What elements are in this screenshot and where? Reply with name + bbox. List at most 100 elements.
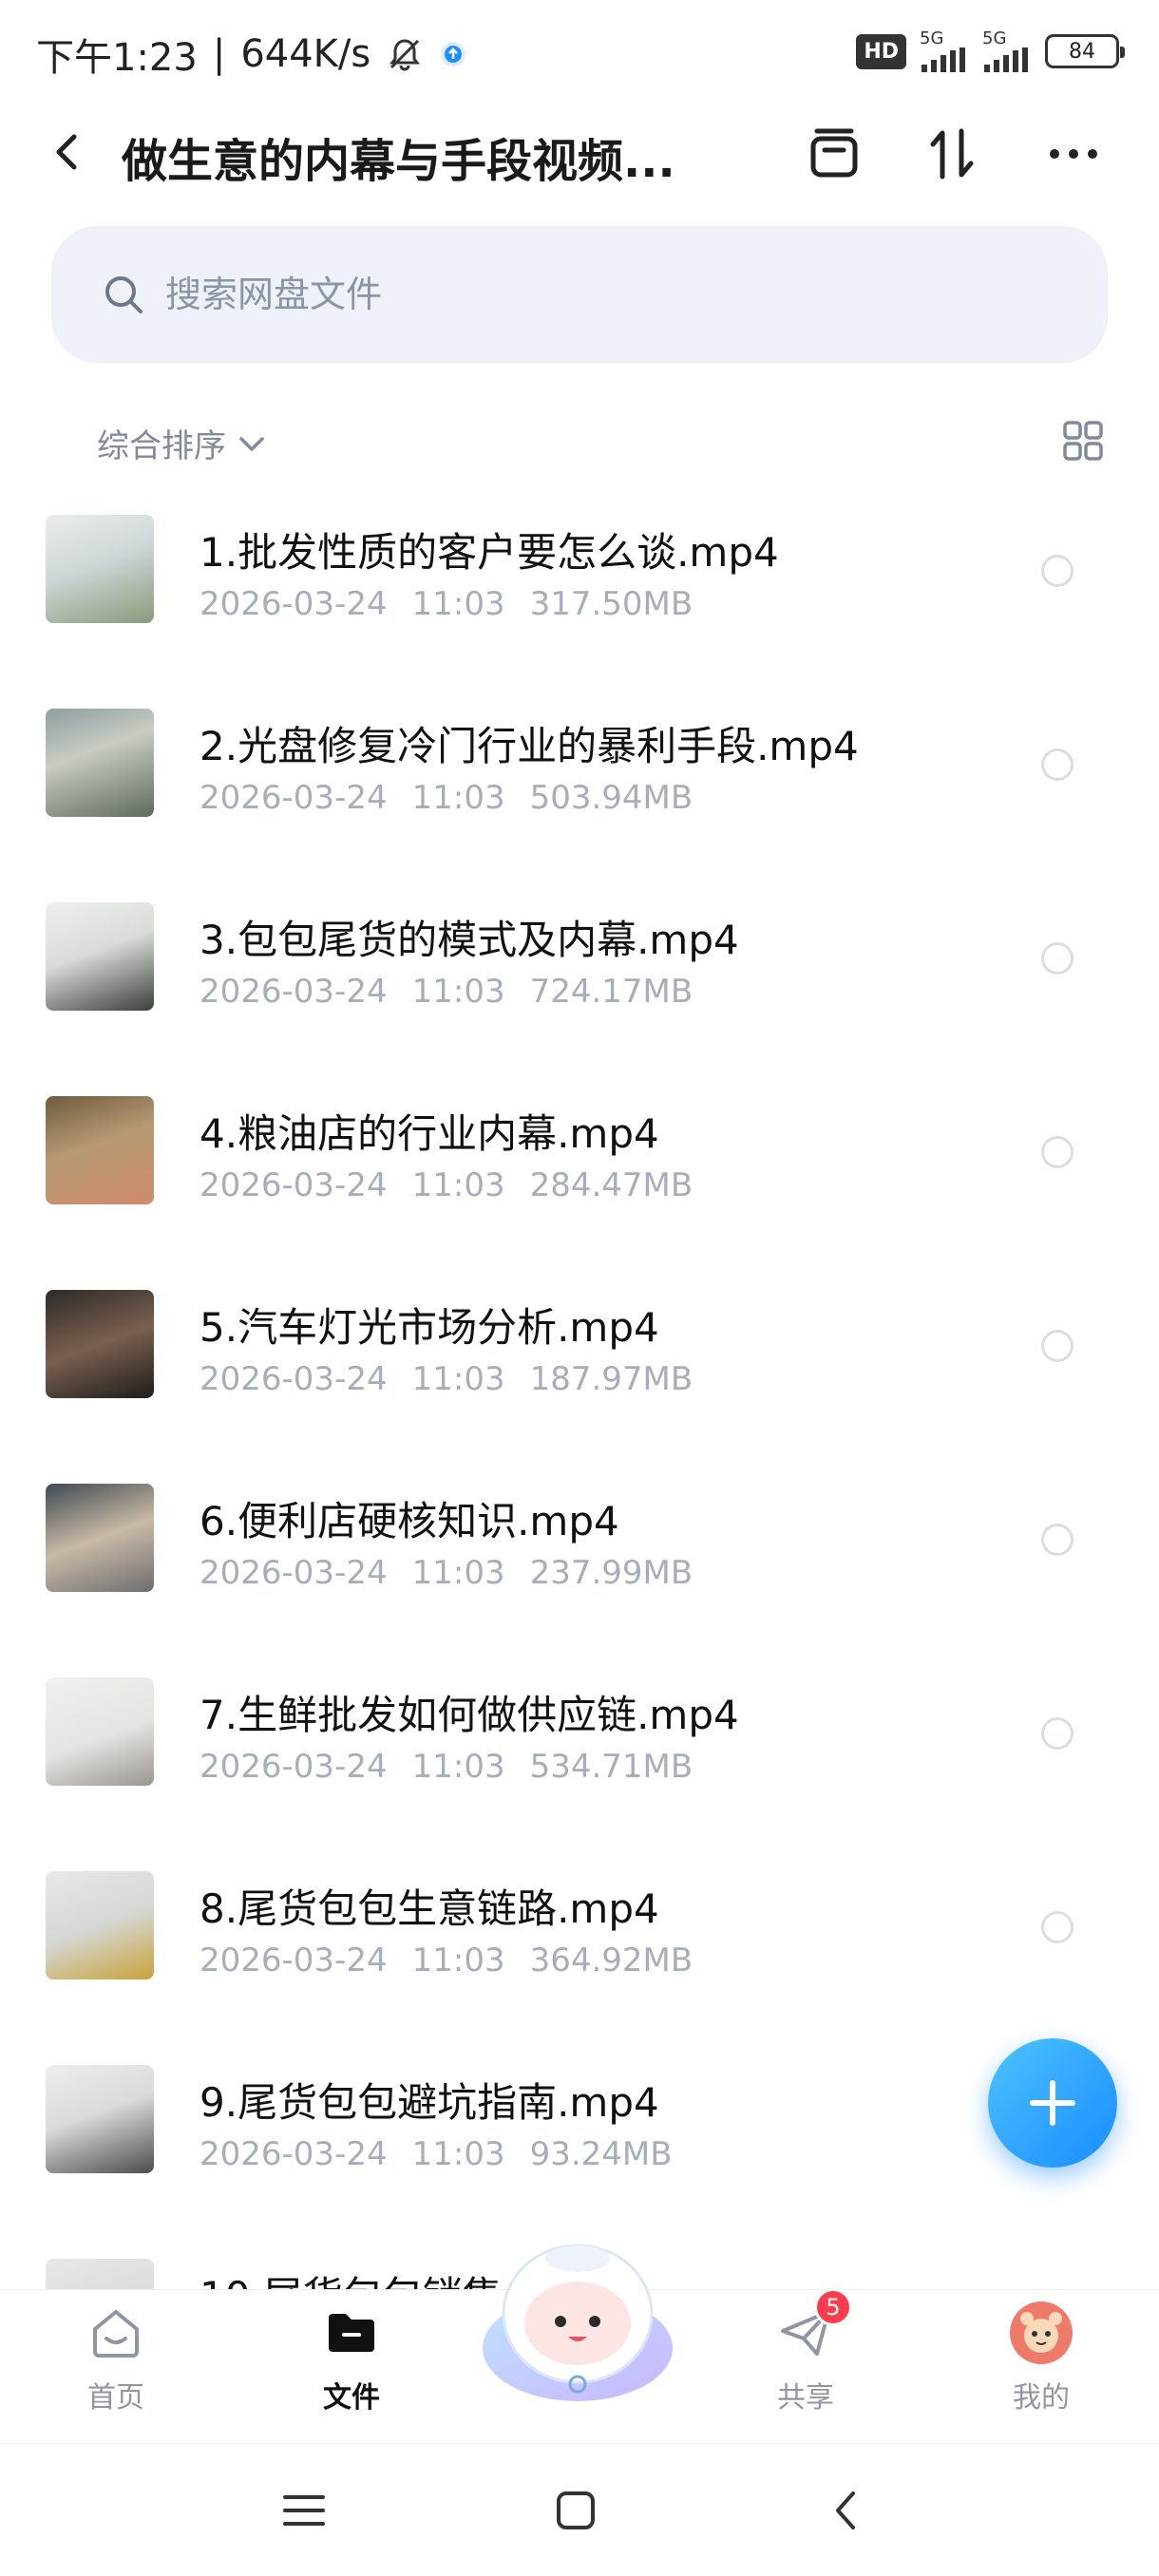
file-size: 364.92MB bbox=[529, 1941, 694, 1979]
video-thumbnail bbox=[46, 1096, 154, 1204]
folder-icon bbox=[318, 2300, 385, 2366]
select-checkbox[interactable] bbox=[1041, 555, 1074, 587]
file-time: 11:03 bbox=[411, 1166, 505, 1204]
back-nav-button[interactable] bbox=[819, 2482, 876, 2539]
file-name: 4.粮油店的行业内幕.mp4 bbox=[200, 1110, 659, 1157]
hd-badge: HD bbox=[856, 33, 906, 69]
file-row[interactable]: 8.尾货包包生意链路.mp4 2026-03-24 11:03 364.92MB bbox=[0, 1858, 1159, 2052]
assistant-mascot-button[interactable] bbox=[473, 2232, 682, 2413]
battery-level: 84 bbox=[1069, 39, 1095, 64]
sort-dropdown[interactable]: 综合排序 bbox=[97, 420, 268, 466]
tab-mine-label: 我的 bbox=[1013, 2381, 1070, 2415]
file-time: 11:03 bbox=[411, 1748, 505, 1786]
file-name: 5.汽车灯光市场分析.mp4 bbox=[200, 1304, 659, 1351]
status-divider: | bbox=[212, 32, 226, 76]
avatar bbox=[1008, 2300, 1074, 2366]
paper-plane-icon: 5 bbox=[772, 2288, 852, 2366]
search-bar[interactable] bbox=[51, 226, 1108, 363]
select-checkbox[interactable] bbox=[1041, 1717, 1074, 1750]
file-size: 534.71MB bbox=[529, 1748, 694, 1786]
file-row[interactable]: 4.粮油店的行业内幕.mp4 2026-03-24 11:03 284.47MB bbox=[0, 1083, 1159, 1277]
tab-mine[interactable]: 我的 bbox=[965, 2300, 1117, 2415]
file-meta: 2026-03-24 11:03 364.92MB bbox=[200, 1941, 717, 1979]
file-date: 2026-03-24 bbox=[200, 1941, 388, 1979]
file-date: 2026-03-24 bbox=[200, 1166, 388, 1204]
tab-home-label: 首页 bbox=[87, 2381, 144, 2415]
file-row[interactable]: 1.批发性质的客户要怎么谈.mp4 2026-03-24 11:03 317.50M… bbox=[0, 502, 1159, 695]
more-icon bbox=[1050, 149, 1097, 159]
select-checkbox[interactable] bbox=[1041, 1136, 1074, 1168]
select-checkbox[interactable] bbox=[1041, 1524, 1074, 1556]
tab-files[interactable]: 文件 bbox=[276, 2300, 428, 2415]
menu-button[interactable] bbox=[276, 2482, 332, 2539]
grid-view-toggle[interactable] bbox=[1062, 420, 1104, 462]
signal-bars-icon bbox=[922, 47, 965, 72]
file-size: 317.50MB bbox=[529, 585, 694, 623]
status-time: 下午1:23 bbox=[36, 36, 198, 80]
square-home-icon bbox=[557, 2491, 595, 2529]
file-meta: 2026-03-24 11:03 503.94MB bbox=[200, 779, 717, 817]
select-checkbox[interactable] bbox=[1041, 1911, 1074, 1943]
file-date: 2026-03-24 bbox=[200, 2135, 388, 2173]
back-button[interactable] bbox=[46, 129, 91, 175]
search-input[interactable] bbox=[165, 274, 1020, 315]
select-checkbox[interactable] bbox=[1041, 748, 1074, 781]
file-date: 2026-03-24 bbox=[200, 1554, 388, 1592]
file-date: 2026-03-24 bbox=[200, 585, 388, 623]
tab-home[interactable]: 首页 bbox=[40, 2300, 192, 2415]
file-time: 11:03 bbox=[411, 1554, 505, 1592]
select-checkbox[interactable] bbox=[1041, 942, 1074, 975]
file-meta: 2026-03-24 11:03 93.24MB bbox=[200, 2135, 697, 2173]
file-name: 7.生鲜批发如何做供应链.mp4 bbox=[200, 1692, 739, 1738]
search-icon bbox=[105, 276, 142, 313]
more-button[interactable] bbox=[1045, 125, 1102, 182]
share-badge: 5 bbox=[814, 2288, 852, 2326]
file-size: 237.99MB bbox=[529, 1554, 694, 1592]
grid-view-icon bbox=[1063, 421, 1103, 461]
sort-swap-icon bbox=[930, 128, 974, 180]
file-meta: 2026-03-24 11:03 284.47MB bbox=[200, 1166, 717, 1204]
plus-icon bbox=[1030, 2080, 1075, 2126]
status-left: 下午1:23 | 644K/s bbox=[36, 27, 467, 82]
add-button[interactable] bbox=[988, 2038, 1117, 2168]
file-row[interactable]: 7.生鲜批发如何做供应链.mp4 2026-03-24 11:03 534.71MB bbox=[0, 1664, 1159, 1858]
video-thumbnail bbox=[46, 1290, 154, 1398]
page-title: 做生意的内幕与手段视频... bbox=[122, 135, 675, 188]
file-date: 2026-03-24 bbox=[200, 1360, 388, 1398]
file-time: 11:03 bbox=[411, 2135, 505, 2173]
file-row[interactable]: 2.光盘修复冷门行业的暴利手段.mp4 2026-03-24 11:03 503.9… bbox=[0, 695, 1159, 889]
file-name: 1.批发性质的客户要怎么谈.mp4 bbox=[200, 529, 779, 576]
file-list: 1.批发性质的客户要怎么谈.mp4 2026-03-24 11:03 317.50M… bbox=[0, 502, 1159, 2439]
file-name: 9.尾货包包避坑指南.mp4 bbox=[200, 2079, 659, 2126]
file-row[interactable]: 5.汽车灯光市场分析.mp4 2026-03-24 11:03 187.97MB bbox=[0, 1277, 1159, 1470]
file-meta: 2026-03-24 11:03 187.97MB bbox=[200, 1360, 717, 1398]
tab-share[interactable]: 5 共享 bbox=[730, 2288, 882, 2415]
file-row[interactable]: 9.尾货包包避坑指南.mp4 2026-03-24 11:03 93.24MB bbox=[0, 2052, 1159, 2245]
file-name: 6.便利店硬核知识.mp4 bbox=[200, 1498, 619, 1544]
sort-label: 综合排序 bbox=[97, 427, 226, 465]
file-size: 284.47MB bbox=[529, 1166, 694, 1204]
file-time: 11:03 bbox=[411, 779, 505, 817]
file-meta: 2026-03-24 11:03 237.99MB bbox=[200, 1554, 717, 1592]
tab-files-label: 文件 bbox=[323, 2381, 380, 2415]
file-name: 3.包包尾货的模式及内幕.mp4 bbox=[200, 917, 739, 963]
file-row[interactable]: 3.包包尾货的模式及内幕.mp4 2026-03-24 11:03 724.17MB bbox=[0, 889, 1159, 1083]
home-nav-button[interactable] bbox=[547, 2482, 604, 2539]
network-gen-2: 5G bbox=[982, 28, 1007, 48]
file-meta: 2026-03-24 11:03 317.50MB bbox=[200, 585, 717, 623]
signal-bars-icon bbox=[984, 47, 1028, 72]
archive-icon bbox=[810, 128, 858, 178]
file-meta: 2026-03-24 11:03 724.17MB bbox=[200, 973, 717, 1011]
home-icon bbox=[83, 2300, 149, 2366]
file-row[interactable]: 6.便利店硬核知识.mp4 2026-03-24 11:03 237.99MB bbox=[0, 1470, 1159, 1664]
signal-1: 5G bbox=[920, 30, 969, 72]
back-arrow-icon bbox=[836, 2491, 855, 2529]
top-bar: 做生意的内幕与手段视频... bbox=[0, 104, 1159, 199]
video-thumbnail bbox=[46, 2065, 154, 2173]
sort-bar: 综合排序 bbox=[0, 407, 1159, 473]
mascot-icon bbox=[483, 2244, 673, 2401]
archive-button[interactable] bbox=[806, 125, 863, 182]
video-thumbnail bbox=[46, 1871, 154, 1979]
sort-swap-button[interactable] bbox=[923, 125, 980, 182]
select-checkbox[interactable] bbox=[1041, 1330, 1074, 1362]
